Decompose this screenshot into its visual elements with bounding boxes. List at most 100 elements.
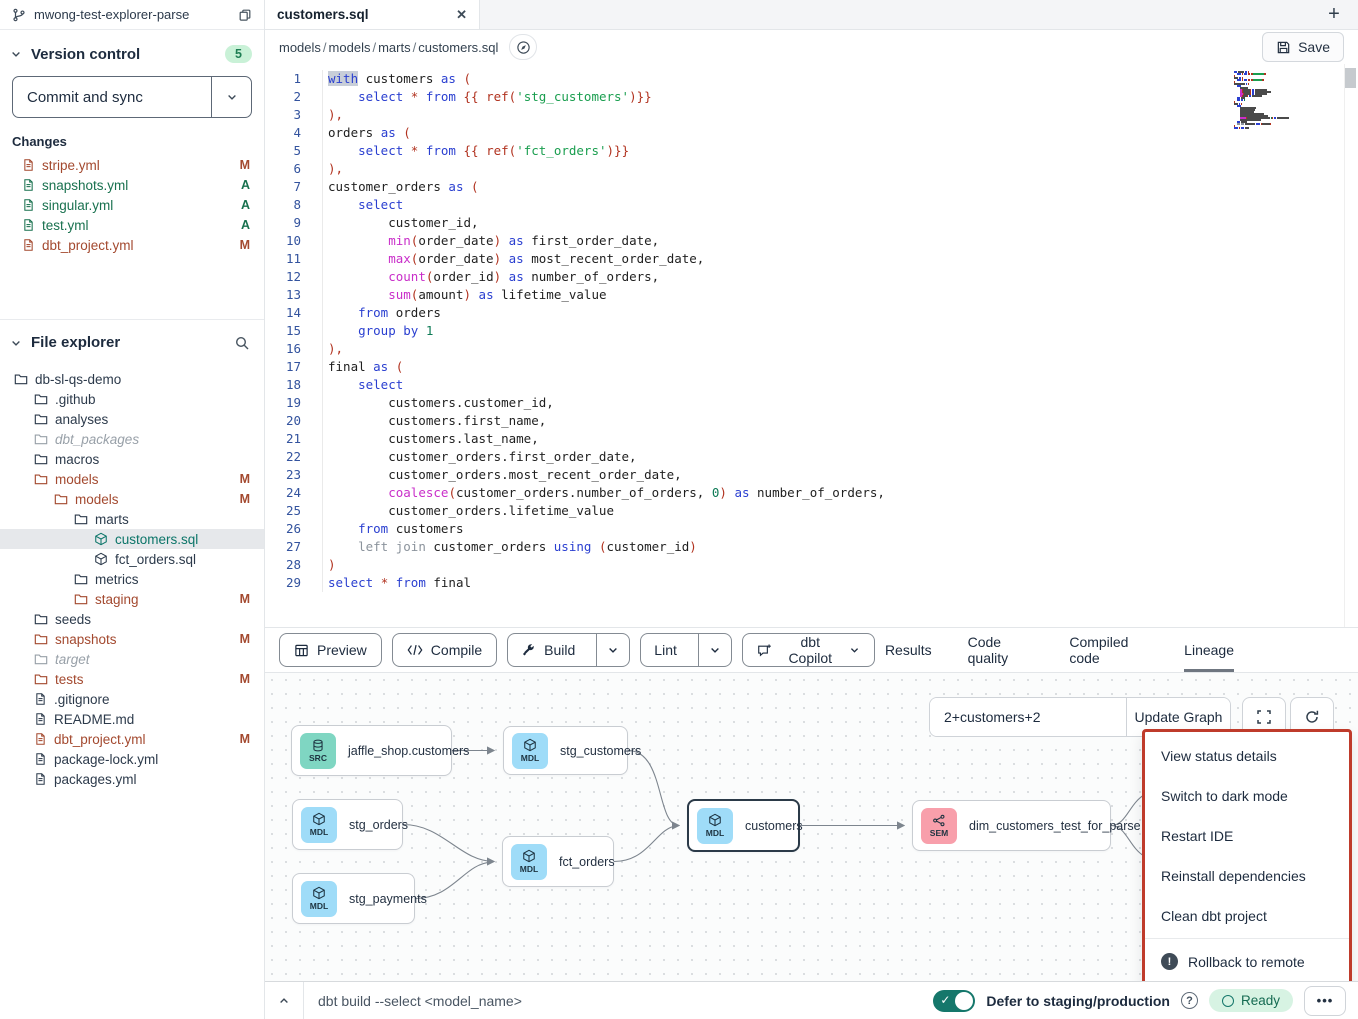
- change-row[interactable]: snapshots.ymlA: [0, 175, 264, 195]
- tree-item-marts[interactable]: marts: [0, 509, 264, 529]
- new-tab-button[interactable]: +: [1310, 0, 1358, 29]
- compile-button[interactable]: Compile: [392, 633, 497, 667]
- code-line[interactable]: 9 customer_id,: [265, 214, 1358, 232]
- code-line[interactable]: 10 min(order_date) as first_order_date,: [265, 232, 1358, 250]
- tree-item-seeds[interactable]: seeds: [0, 609, 264, 629]
- tree-item--gitignore[interactable]: .gitignore: [0, 689, 264, 709]
- tree-item-dbt-project-yml[interactable]: dbt_project.ymlM: [0, 729, 264, 749]
- tree-item-macros[interactable]: macros: [0, 449, 264, 469]
- tab-lineage[interactable]: Lineage: [1184, 628, 1234, 672]
- tree-item-db-sl-qs-demo[interactable]: db-sl-qs-demo: [0, 369, 264, 389]
- tree-item-dbt-packages[interactable]: dbt_packages: [0, 429, 264, 449]
- tree-item-staging[interactable]: stagingM: [0, 589, 264, 609]
- code-line[interactable]: 20 customers.first_name,: [265, 412, 1358, 430]
- code-line[interactable]: 22 customer_orders.first_order_date,: [265, 448, 1358, 466]
- command-input[interactable]: [304, 993, 933, 1009]
- chevron-down-icon[interactable]: [10, 337, 22, 349]
- code-line[interactable]: 26 from customers: [265, 520, 1358, 538]
- code-line[interactable]: 1with customers as (: [265, 70, 1358, 88]
- lint-dropdown-toggle[interactable]: [698, 634, 731, 666]
- code-line[interactable]: 24 coalesce(customer_orders.number_of_or…: [265, 484, 1358, 502]
- code-line[interactable]: 6),: [265, 160, 1358, 178]
- code-line[interactable]: 28): [265, 556, 1358, 574]
- dbt-copilot-button[interactable]: dbt Copilot: [742, 633, 875, 667]
- lineage-node-stg-orders[interactable]: MDLstg_orders: [292, 799, 403, 850]
- lineage-node-stg-payments[interactable]: MDLstg_payments: [292, 873, 415, 924]
- lineage-node-fct-orders[interactable]: MDLfct_orders: [502, 836, 614, 887]
- code-line[interactable]: 16),: [265, 340, 1358, 358]
- change-row[interactable]: stripe.ymlM: [0, 155, 264, 175]
- code-line[interactable]: 23 customer_orders.most_recent_order_dat…: [265, 466, 1358, 484]
- code-line[interactable]: 14 from orders: [265, 304, 1358, 322]
- preview-button[interactable]: Preview: [279, 633, 382, 667]
- code-line[interactable]: 8 select: [265, 196, 1358, 214]
- code-line[interactable]: 4orders as (: [265, 124, 1358, 142]
- menu-item-switch-to-dark-mode[interactable]: Switch to dark mode: [1145, 776, 1349, 816]
- tree-item--github[interactable]: .github: [0, 389, 264, 409]
- code-editor[interactable]: 1with customers as (2 select * from {{ r…: [265, 64, 1358, 627]
- code-line[interactable]: 27 left join customer_orders using (cust…: [265, 538, 1358, 556]
- tree-item-readme-md[interactable]: README.md: [0, 709, 264, 729]
- tree-item-snapshots[interactable]: snapshotsM: [0, 629, 264, 649]
- tree-item-metrics[interactable]: metrics: [0, 569, 264, 589]
- menu-item-clean-dbt-project[interactable]: Clean dbt project: [1145, 896, 1349, 936]
- code-line[interactable]: 29select * from final: [265, 574, 1358, 592]
- code-line[interactable]: 5 select * from {{ ref('fct_orders')}}: [265, 142, 1358, 160]
- change-row[interactable]: dbt_project.ymlM: [0, 235, 264, 255]
- explore-lineage-button[interactable]: [509, 34, 537, 60]
- code-line[interactable]: 15 group by 1: [265, 322, 1358, 340]
- code-line[interactable]: 11 max(order_date) as most_recent_order_…: [265, 250, 1358, 268]
- more-options-button[interactable]: •••: [1304, 986, 1346, 1016]
- code-line[interactable]: 18 select: [265, 376, 1358, 394]
- tree-item-tests[interactable]: testsM: [0, 669, 264, 689]
- code-line[interactable]: 3),: [265, 106, 1358, 124]
- lineage-node-stg-customers[interactable]: MDLstg_customers: [503, 726, 628, 775]
- lineage-selector-input[interactable]: [930, 698, 1126, 736]
- lineage-node-customers[interactable]: MDLcustomers: [687, 799, 800, 852]
- save-button[interactable]: Save: [1262, 32, 1344, 62]
- build-dropdown-toggle[interactable]: [596, 634, 629, 666]
- commit-and-sync-button[interactable]: Commit and sync: [12, 76, 252, 118]
- change-row[interactable]: test.ymlA: [0, 215, 264, 235]
- commit-dropdown-toggle[interactable]: [211, 77, 251, 117]
- code-line[interactable]: 7customer_orders as (: [265, 178, 1358, 196]
- lineage-canvas[interactable]: SRCjaffle_shop.customers MDLstg_customers…: [265, 673, 1358, 981]
- close-tab-icon[interactable]: ✕: [456, 7, 467, 23]
- menu-item-restart-ide[interactable]: Restart IDE: [1145, 816, 1349, 856]
- code-line[interactable]: 17final as (: [265, 358, 1358, 376]
- search-icon[interactable]: [234, 335, 250, 351]
- expand-command-bar-button[interactable]: [265, 982, 303, 1019]
- build-button[interactable]: Build: [508, 634, 588, 666]
- menu-item-rollback-to-remote[interactable]: !Rollback to remote: [1145, 941, 1349, 981]
- code-line[interactable]: 2 select * from {{ ref('stg_customers')}…: [265, 88, 1358, 106]
- lineage-node-jaffle-shop-customers[interactable]: SRCjaffle_shop.customers: [291, 725, 452, 776]
- copy-branch-icon[interactable]: [238, 8, 252, 22]
- tree-item-fct-orders-sql[interactable]: fct_orders.sql: [0, 549, 264, 569]
- tree-item-target[interactable]: target: [0, 649, 264, 669]
- tab-compiled-code[interactable]: Compiled code: [1069, 628, 1148, 672]
- menu-item-reinstall-dependencies[interactable]: Reinstall dependencies: [1145, 856, 1349, 896]
- editor-minimap[interactable]: [1234, 71, 1292, 129]
- code-line[interactable]: 19 customers.customer_id,: [265, 394, 1358, 412]
- change-row[interactable]: singular.ymlA: [0, 195, 264, 215]
- tree-item-package-lock-yml[interactable]: package-lock.yml: [0, 749, 264, 769]
- lint-button[interactable]: Lint: [641, 634, 690, 666]
- tree-item-customers-sql[interactable]: customers.sql: [0, 529, 264, 549]
- tree-item-models[interactable]: modelsM: [0, 469, 264, 489]
- code-line[interactable]: 21 customers.last_name,: [265, 430, 1358, 448]
- tab-customers-sql[interactable]: customers.sql ✕: [265, 0, 480, 29]
- tab-code-quality[interactable]: Code quality: [968, 628, 1034, 672]
- code-line[interactable]: 12 count(order_id) as number_of_orders,: [265, 268, 1358, 286]
- help-icon[interactable]: ?: [1181, 992, 1198, 1009]
- chevron-down-icon[interactable]: [10, 48, 22, 60]
- code-line[interactable]: 13 sum(amount) as lifetime_value: [265, 286, 1358, 304]
- tree-item-models[interactable]: modelsM: [0, 489, 264, 509]
- tab-results[interactable]: Results: [885, 628, 932, 672]
- tree-item-analyses[interactable]: analyses: [0, 409, 264, 429]
- menu-item-view-status-details[interactable]: View status details: [1145, 736, 1349, 776]
- scrollbar-thumb[interactable]: [1345, 68, 1356, 88]
- lineage-node-dim-customers-test-for-parse[interactable]: SEMdim_customers_test_for_parse: [912, 800, 1111, 851]
- code-line[interactable]: 25 customer_orders.lifetime_value: [265, 502, 1358, 520]
- defer-toggle[interactable]: ✓: [933, 990, 975, 1012]
- tree-item-packages-yml[interactable]: packages.yml: [0, 769, 264, 789]
